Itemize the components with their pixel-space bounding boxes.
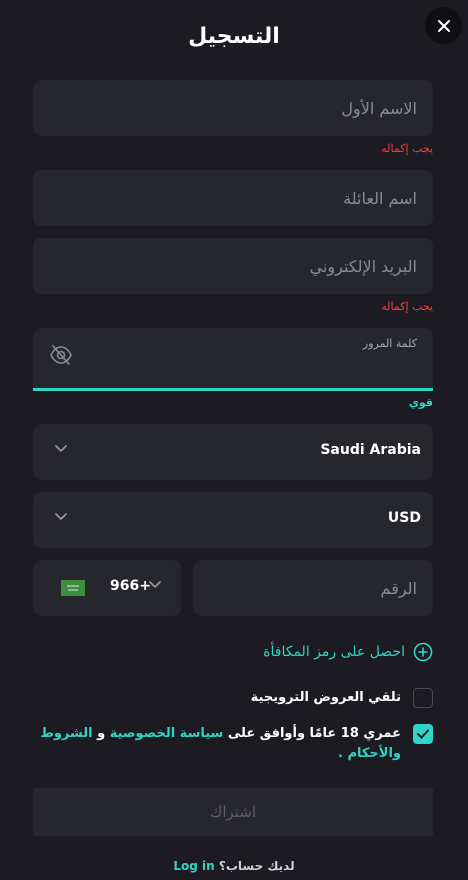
privacy-policy-link[interactable]: سياسة الخصوصية [110,726,224,741]
phone-number-field[interactable] [193,560,433,616]
terms-text: عمري 18 عامًا وأوافق على سياسة الخصوصية … [39,724,401,764]
password-strength-label: قوي [408,396,433,409]
chevron-down-icon [149,581,161,589]
country-select[interactable]: Saudi Arabia [33,424,433,480]
country-value: Saudi Arabia [320,442,421,458]
chevron-down-icon [55,445,67,453]
password-strength-bar [33,388,433,391]
login-prompt: لديك حساب؟ Log in [0,859,468,873]
login-question: لديك حساب؟ [218,859,295,873]
terms-and: و [97,726,106,741]
email-field[interactable] [33,238,433,294]
login-link[interactable]: Log in [173,859,214,873]
terms-checkbox[interactable] [413,724,433,744]
plus-circle-icon [413,642,433,662]
terms-row: عمري 18 عامًا وأوافق على سياسة الخصوصية … [39,724,433,764]
signup-button[interactable]: اشتراك [33,788,433,836]
terms-suffix: . [337,746,343,761]
terms-prefix: عمري 18 عامًا وأوافق على [227,726,401,741]
email-input[interactable] [33,238,433,294]
eye-off-icon[interactable] [50,345,72,369]
promo-row: تلقي العروض الترويجية [251,688,433,708]
phone-number-input[interactable] [193,560,433,616]
password-label: كلمة المرور [362,337,417,350]
first-name-error: يجب إكماله [381,142,433,155]
promo-label: تلقي العروض الترويجية [250,690,401,705]
email-error: يجب إكماله [381,300,433,313]
last-name-input[interactable] [33,170,433,226]
saudi-flag-icon [61,580,85,596]
promo-checkbox[interactable] [413,688,433,708]
bonus-code-toggle[interactable]: احصل على رمز المكافأة [263,640,433,664]
first-name-field[interactable] [33,80,433,136]
bonus-code-label: احصل على رمز المكافأة [263,644,405,660]
currency-value: USD [387,510,421,526]
password-field[interactable]: كلمة المرور [33,328,433,388]
page-title: التسجيل [188,24,280,49]
first-name-input[interactable] [33,80,433,136]
phone-code-value: 966+ [110,578,151,594]
phone-code-select[interactable]: 966+ [33,560,181,616]
chevron-down-icon [55,513,67,521]
currency-select[interactable]: USD [33,492,433,548]
last-name-field[interactable] [33,170,433,226]
check-icon [417,729,429,739]
